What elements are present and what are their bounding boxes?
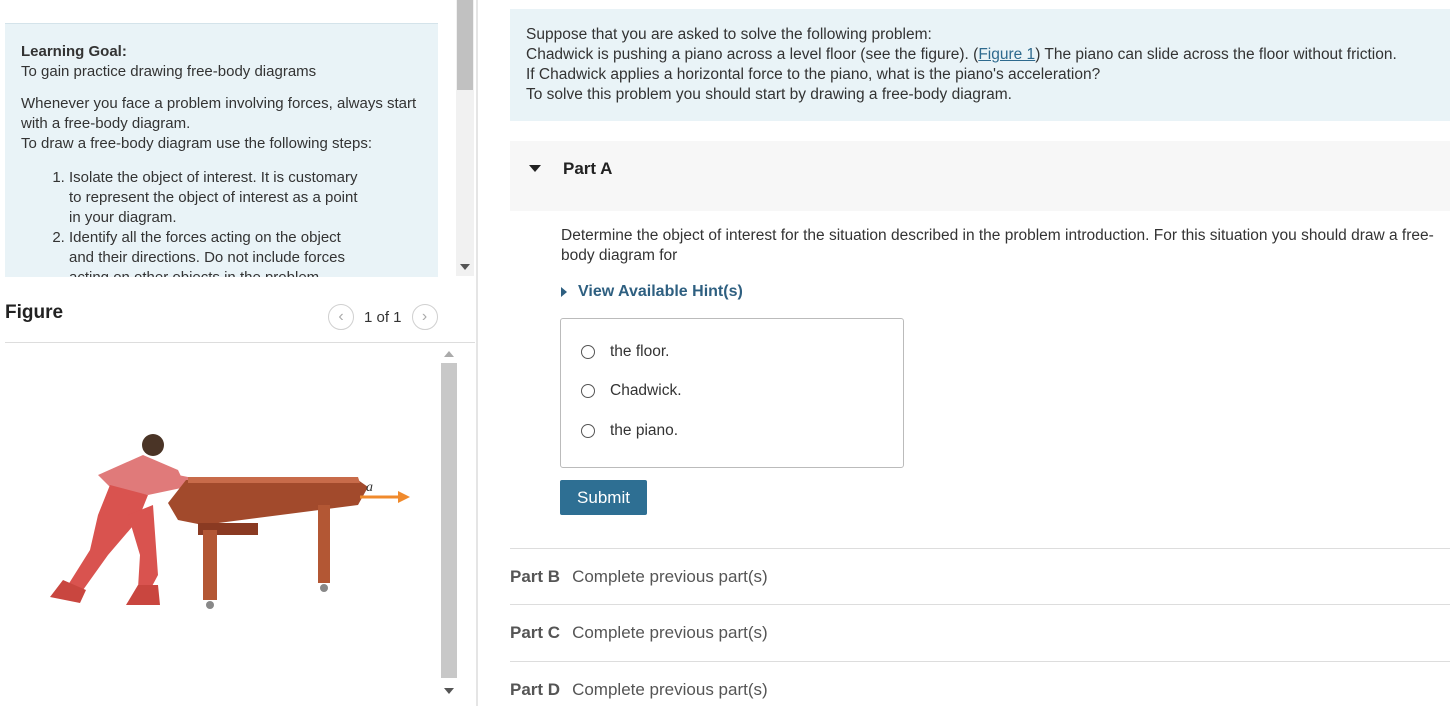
radio-button[interactable] — [581, 345, 595, 359]
view-hints-label: View Available Hint(s) — [578, 283, 743, 300]
part-label: Part D — [510, 679, 561, 699]
part-d-row: Part D Complete previous part(s) — [510, 661, 1450, 717]
figure-divider — [5, 342, 475, 343]
choice-chadwick[interactable]: Chadwick. — [581, 382, 682, 400]
answer-choices: the floor. Chadwick. the piano. — [560, 318, 904, 468]
caret-right-icon — [561, 287, 567, 297]
choice-piano[interactable]: the piano. — [581, 422, 678, 440]
learning-goal-steps: Isolate the object of interest. It is cu… — [21, 168, 369, 277]
chevron-left-icon: ‹ — [338, 308, 344, 325]
part-b-row: Part B Complete previous part(s) — [510, 548, 1450, 604]
choice-label: the floor. — [610, 343, 670, 360]
part-status: Complete previous part(s) — [572, 566, 768, 586]
figure-link[interactable]: Figure 1 — [978, 46, 1035, 63]
problem-introduction: Suppose that you are asked to solve the … — [510, 9, 1450, 121]
part-status: Complete previous part(s) — [572, 622, 768, 642]
learning-goal-subtitle: To gain practice drawing free-body diagr… — [21, 63, 317, 80]
choice-floor[interactable]: the floor. — [581, 343, 669, 361]
intro-line: If Chadwick applies a horizontal force t… — [526, 66, 1101, 83]
scroll-down-arrow-icon[interactable] — [444, 688, 454, 694]
intro-text: Chadwick is pushing a piano across a lev… — [526, 46, 979, 63]
figure-pager: ‹ 1 of 1 › — [328, 302, 438, 332]
intro-line: Suppose that you are asked to solve the … — [526, 26, 932, 43]
figure-scrollbar[interactable] — [440, 347, 458, 702]
submit-button[interactable]: Submit — [560, 480, 647, 515]
learning-goal-scrollbar[interactable] — [456, 0, 474, 276]
part-a-question: Determine the object of interest for the… — [561, 227, 1434, 264]
scrollbar-thumb[interactable] — [457, 0, 473, 90]
scrollbar-thumb[interactable] — [441, 363, 457, 678]
view-hints-toggle[interactable]: View Available Hint(s) — [561, 283, 743, 301]
choice-label: the piano. — [610, 422, 679, 439]
chevron-right-icon: › — [421, 308, 428, 325]
piano-figure — [168, 477, 368, 609]
part-a-header[interactable]: Part A — [510, 141, 1450, 211]
intro-line: Chadwick is pushing a piano across a lev… — [526, 45, 1450, 65]
pane-divider[interactable] — [476, 0, 478, 706]
choice-label: Chadwick. — [610, 382, 682, 399]
intro-text: ) The piano can slide across the floor w… — [1035, 46, 1397, 63]
scroll-up-arrow-icon[interactable] — [444, 351, 454, 357]
scroll-down-arrow-icon[interactable] — [460, 264, 470, 270]
next-figure-button[interactable]: › — [411, 304, 438, 330]
step-item: Identify all the forces acting on the ob… — [69, 228, 369, 277]
part-a-title: Part A — [563, 159, 613, 178]
part-status: Complete previous part(s) — [572, 679, 768, 699]
learning-goal-title: Learning Goal: — [21, 43, 127, 60]
figure-title: Figure — [5, 302, 64, 323]
piano-push-illustration: a⃗ — [50, 434, 410, 609]
learning-goal-steps-intro: To draw a free-body diagram use the foll… — [21, 135, 373, 152]
learning-goal-paragraph: Whenever you face a problem involving fo… — [21, 95, 417, 132]
vector-label: a⃗ — [366, 480, 384, 495]
part-label: Part C — [510, 622, 561, 642]
previous-figure-button[interactable]: ‹ — [328, 304, 354, 330]
figure-counter: 1 of 1 — [364, 308, 402, 326]
intro-line: To solve this problem you should start b… — [526, 86, 1012, 103]
radio-button[interactable] — [581, 384, 595, 398]
part-c-row: Part C Complete previous part(s) — [510, 604, 1450, 660]
radio-button[interactable] — [581, 424, 595, 438]
caret-down-icon[interactable] — [529, 165, 541, 172]
learning-goal-panel: Learning Goal: To gain practice drawing … — [5, 23, 438, 277]
part-label: Part B — [510, 566, 561, 586]
step-item: Isolate the object of interest. It is cu… — [69, 168, 369, 228]
